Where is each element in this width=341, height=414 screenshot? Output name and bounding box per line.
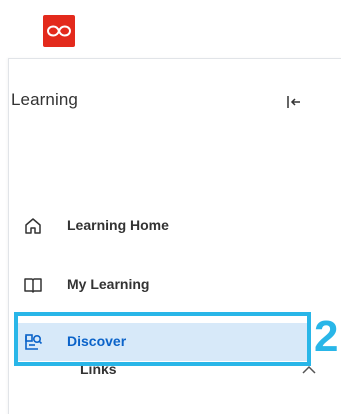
sidebar-title: Learning: [11, 90, 78, 109]
step-number-label: 2: [314, 312, 339, 361]
top-bar: [0, 0, 341, 58]
links-section-label: Links: [80, 361, 117, 377]
sidebar-item-label: Learning Home: [67, 217, 169, 233]
sidebar-item-learning-home[interactable]: Learning Home: [17, 207, 307, 245]
page: Learning Learning Home My Learning Disco…: [0, 0, 341, 414]
collapse-left-icon: [287, 96, 300, 108]
sidebar-item-label: Discover: [67, 333, 127, 349]
sidebar-item-my-learning[interactable]: My Learning: [17, 266, 307, 304]
infinity-logo-icon[interactable]: [43, 15, 75, 47]
home-icon: [23, 216, 43, 236]
sidebar: Learning Learning Home My Learning Disco…: [8, 58, 341, 414]
links-section-header[interactable]: Links: [17, 355, 341, 385]
discover-icon: [23, 332, 43, 352]
sidebar-item-label: My Learning: [67, 276, 150, 292]
book-icon: [23, 275, 43, 295]
collapse-sidebar-button[interactable]: [284, 92, 304, 112]
